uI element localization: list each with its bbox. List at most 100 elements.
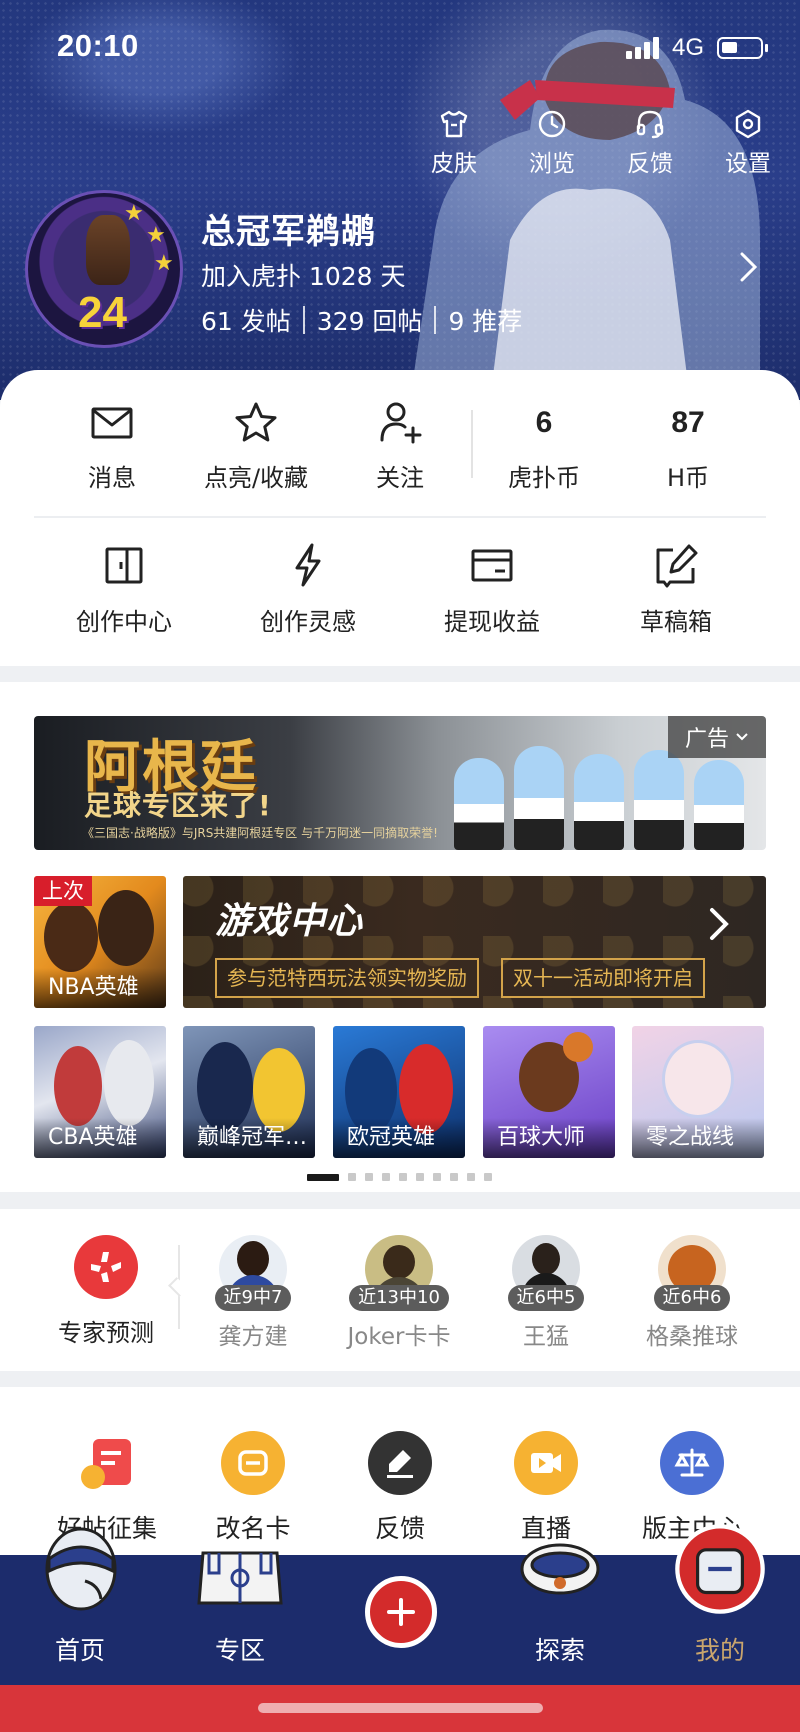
banner-figure (694, 760, 744, 850)
scales-icon (660, 1431, 724, 1495)
favorites-label: 点亮/收藏 (203, 464, 309, 492)
game-tile-label: 零之战线 (632, 1118, 764, 1158)
game-tile-label: 百球大师 (483, 1118, 615, 1158)
last-played-tag: 上次 (34, 876, 92, 906)
withdraw-earnings-button[interactable]: 提现收益 (400, 542, 584, 637)
tab-home-label: 首页 (54, 1636, 105, 1665)
hupu-coin-button[interactable]: 6 虎扑币 (472, 400, 616, 493)
games-section: 阿根廷 足球专区来了! 《三国志·战略版》与JRS共建阿根廷专区 与千万阿迷一同… (0, 682, 800, 1192)
avatar-star: ★ (124, 201, 144, 226)
expert-card[interactable]: 近9中7 龚方建 (180, 1235, 326, 1351)
headband-icon (520, 1543, 600, 1595)
carousel-dot[interactable] (307, 1173, 339, 1181)
chevron-down-icon (736, 733, 748, 741)
game-tile-peak-champion[interactable]: 巅峰冠军… (183, 1026, 315, 1158)
creative-inspiration-button[interactable]: 创作灵感 (216, 542, 400, 637)
home-indicator[interactable] (258, 1703, 543, 1713)
drafts-label: 草稿箱 (640, 608, 712, 636)
home-mascot-icon (45, 1527, 117, 1611)
messages-button[interactable]: 消息 (40, 400, 184, 493)
carousel-dot[interactable] (382, 1173, 390, 1181)
avatar-star: ★ (146, 223, 166, 248)
network-type: 4G (672, 34, 705, 61)
expert-record: 近6中5 (507, 1285, 585, 1311)
game-tile-nba-heroes[interactable]: 上次 NBA英雄 (34, 876, 166, 1008)
carousel-dot[interactable] (433, 1173, 441, 1181)
drafts-button[interactable]: 草稿箱 (584, 542, 768, 637)
expert-card[interactable]: 近6中6 格桑推球 (619, 1235, 765, 1351)
stat-divider (434, 306, 437, 334)
post-collect-icon (75, 1431, 139, 1495)
feedback-service-label: 反馈 (374, 1514, 425, 1543)
expert-name: 格桑推球 (646, 1324, 738, 1350)
expert-record: 近9中7 (214, 1285, 292, 1311)
profile-screen: 20:10 4G 皮肤 浏览 反馈 设置 ★ ★ ★ 24 总冠军鹈鹕 加入虎扑… (0, 0, 800, 1732)
feedback-top-label: 反馈 (627, 151, 673, 177)
expert-prediction-button[interactable]: 专家预测 (40, 1235, 172, 1348)
card-divider (34, 516, 766, 518)
tab-zone[interactable]: 专区 (180, 1551, 300, 1685)
status-time: 20:10 (57, 28, 139, 63)
headset-icon (636, 110, 664, 139)
add-post-button[interactable] (365, 1576, 437, 1648)
carousel-dot[interactable] (467, 1173, 475, 1181)
expert-name: Joker卡卡 (347, 1324, 451, 1350)
following-button[interactable]: 关注 (328, 400, 472, 493)
feedback-service-button[interactable]: 反馈 (327, 1431, 473, 1545)
ad-banner[interactable]: 阿根廷 足球专区来了! 《三国志·战略版》与JRS共建阿根廷专区 与千万阿迷一同… (34, 716, 766, 850)
door-icon (105, 547, 143, 584)
feedback-top-button[interactable]: 反馈 (601, 108, 699, 178)
carousel-dot[interactable] (484, 1173, 492, 1181)
stat-divider (302, 306, 305, 334)
banner-figure (574, 754, 624, 850)
game-tile-zero-front[interactable]: 零之战线 (632, 1026, 764, 1158)
tab-home[interactable]: 首页 (20, 1527, 140, 1685)
carousel-dot[interactable] (365, 1173, 373, 1181)
expert-card[interactable]: 近6中5 王猛 (473, 1235, 619, 1351)
game-tile-ucl-heroes[interactable]: 欧冠英雄 (333, 1026, 465, 1158)
ad-badge-label: 广告 (684, 727, 729, 752)
carousel-dot[interactable] (450, 1173, 458, 1181)
player-figure (104, 1040, 154, 1126)
replies-count[interactable]: 329 回帖 (317, 302, 423, 338)
mail-icon (91, 407, 133, 439)
skin-button[interactable]: 皮肤 (405, 108, 503, 178)
wallet-icon (471, 549, 513, 582)
game-tile-cba-heroes[interactable]: CBA英雄 (34, 1026, 166, 1158)
chevron-right-icon[interactable] (737, 250, 761, 284)
creator-center-button[interactable]: 创作中心 (32, 542, 216, 637)
ad-badge[interactable]: 广告 (668, 716, 766, 758)
messages-label: 消息 (88, 464, 136, 492)
hupu-coin-label: 虎扑币 (508, 464, 580, 492)
carousel-dot[interactable] (348, 1173, 356, 1181)
game-center-promo: 参与范特西玩法领实物奖励 (215, 958, 479, 998)
carousel-dot[interactable] (416, 1173, 424, 1181)
star-icon (235, 402, 277, 442)
h-coin-button[interactable]: 87 H币 (616, 400, 760, 493)
settings-button[interactable]: 设置 (699, 108, 797, 178)
profile-header: 20:10 4G 皮肤 浏览 反馈 设置 ★ ★ ★ 24 总冠军鹈鹕 加入虎扑… (0, 0, 800, 400)
h-coin-value: 87 (671, 406, 705, 439)
banner-figure (634, 750, 684, 850)
expert-card[interactable]: 近13中10 Joker卡卡 (326, 1235, 472, 1351)
game-tile-ball-master[interactable]: 百球大师 (483, 1026, 615, 1158)
court-icon (197, 1551, 283, 1605)
history-label: 浏览 (529, 151, 575, 177)
game-center-banner[interactable]: 游戏中心 参与范特西玩法领实物奖励 双十一活动即将开启 (183, 876, 766, 1008)
game-tile-label: 欧冠英雄 (333, 1118, 465, 1158)
tab-zone-label: 专区 (214, 1636, 265, 1665)
basketball-icon (563, 1032, 593, 1062)
posts-count[interactable]: 61 发帖 (201, 302, 291, 338)
history-button[interactable]: 浏览 (503, 108, 601, 178)
tab-bar: 首页 专区 探索 我的 (0, 1524, 800, 1685)
tab-explore[interactable]: 探索 (500, 1543, 620, 1685)
tab-mine[interactable]: 我的 (660, 1524, 780, 1685)
jersey-icon (675, 1524, 765, 1614)
recommend-count[interactable]: 9 推荐 (448, 302, 522, 338)
settings-label: 设置 (725, 151, 771, 177)
game-center-title: 游戏中心 (215, 901, 364, 942)
banner-figure (454, 758, 504, 850)
avatar[interactable]: ★ ★ ★ 24 (25, 190, 183, 348)
favorites-button[interactable]: 点亮/收藏 (184, 400, 328, 493)
carousel-dot[interactable] (399, 1173, 407, 1181)
